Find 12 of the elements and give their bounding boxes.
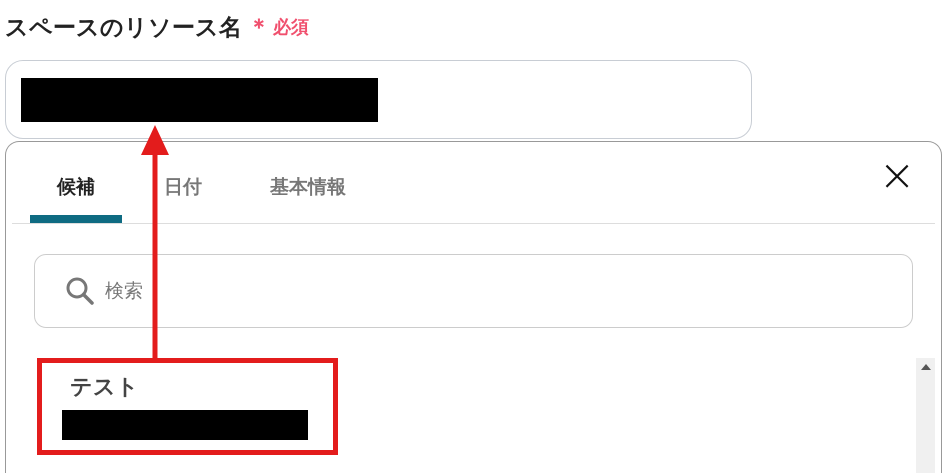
close-button[interactable]: × — [877, 151, 917, 201]
list-item[interactable]: テスト — [34, 358, 334, 452]
required-text: 必須 — [273, 16, 309, 39]
input-field[interactable] — [5, 60, 752, 139]
tab[interactable]: 日付 — [138, 159, 228, 223]
search-field[interactable]: 検索 — [34, 254, 913, 328]
required-mark: ＊ — [248, 14, 270, 42]
field-label: スペースのリソース名 — [5, 14, 242, 42]
scrollbar[interactable] — [916, 358, 935, 473]
tab[interactable]: 基本情報 — [244, 159, 372, 223]
tab[interactable]: 候補 — [30, 159, 122, 223]
scroll-up-icon[interactable] — [920, 364, 930, 370]
